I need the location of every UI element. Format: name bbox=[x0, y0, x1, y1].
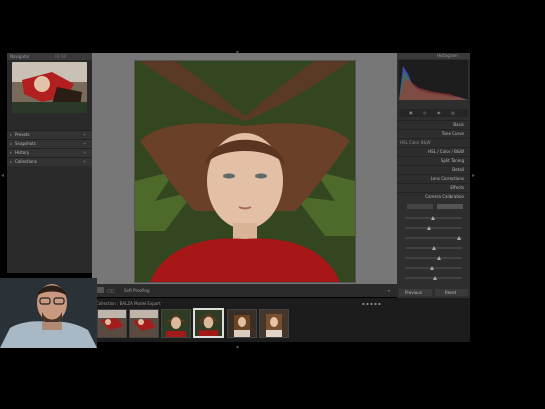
tool-strip: ▣ ◎ ◉ ▤ bbox=[399, 109, 468, 117]
panel-lens-corrections[interactable]: Lens Corrections bbox=[397, 174, 470, 183]
spot-removal-icon[interactable]: ◎ bbox=[423, 110, 427, 115]
panel-split-toning[interactable]: Split Toning bbox=[397, 156, 470, 165]
presets-label: Presets bbox=[15, 132, 30, 137]
loupe-view-icon[interactable] bbox=[96, 287, 104, 293]
split-toning-label: Split Toning bbox=[440, 158, 464, 163]
navigator-title: Navigator bbox=[10, 54, 30, 59]
histogram bbox=[399, 60, 468, 100]
hsl-tabs[interactable]: HSL Color B&W bbox=[400, 140, 431, 145]
panel-detail[interactable]: Detail bbox=[397, 165, 470, 174]
filmstrip-source[interactable]: Collection : BALZA Model Export bbox=[96, 301, 161, 306]
toolbar: ▢▢ Soft Proofing ▾ bbox=[92, 284, 397, 297]
collections-label: Collections bbox=[15, 159, 37, 164]
add-icon[interactable]: + bbox=[83, 132, 86, 137]
panel-effects[interactable]: Effects bbox=[397, 183, 470, 192]
filmstrip-thumb-selected[interactable] bbox=[193, 308, 224, 338]
add-icon[interactable]: + bbox=[83, 159, 86, 164]
bottom-panel-toggle-icon[interactable]: ▴ bbox=[236, 343, 239, 350]
filmstrip: Collection : BALZA Model Export ▪ ▪ ▪ ▪ … bbox=[92, 298, 470, 342]
camera-calibration-label: Camera Calibration bbox=[425, 194, 464, 199]
soft-proofing-label[interactable]: Soft Proofing bbox=[124, 288, 150, 293]
history-label: History bbox=[15, 150, 30, 155]
filmstrip-thumb[interactable] bbox=[129, 309, 159, 338]
chevron-right-icon: ▸ bbox=[10, 132, 13, 137]
filmstrip-thumb[interactable] bbox=[161, 309, 191, 338]
left-panel: Navigator Fit Fill ▸ Presets + ▸ Snapsho… bbox=[7, 53, 92, 273]
histogram-header[interactable]: Histogram bbox=[397, 53, 470, 59]
panel-camera-calibration[interactable]: Camera Calibration bbox=[397, 192, 470, 201]
left-panel-toggle-icon[interactable]: ◂ bbox=[1, 172, 4, 179]
panel-hsl-title[interactable]: HSL / Color / B&W bbox=[397, 147, 470, 156]
adjustment-sliders[interactable] bbox=[399, 202, 468, 286]
filmstrip-thumb[interactable] bbox=[259, 309, 289, 338]
presets-section[interactable]: ▸ Presets + bbox=[7, 130, 92, 139]
toolbar-menu-icon[interactable]: ▾ bbox=[388, 288, 390, 293]
right-panel: Histogram ▣ ◎ ◉ ▤ Basic Tone Curve HSL C… bbox=[397, 53, 470, 298]
chevron-right-icon: ▸ bbox=[10, 159, 13, 164]
main-photo[interactable] bbox=[134, 60, 356, 283]
add-icon[interactable]: + bbox=[83, 141, 86, 146]
effects-label: Effects bbox=[450, 185, 464, 190]
filmstrip-thumb[interactable] bbox=[97, 309, 127, 338]
history-section[interactable]: ▸ History × bbox=[7, 148, 92, 157]
webcam-overlay bbox=[0, 278, 97, 348]
collections-section[interactable]: ▸ Collections + bbox=[7, 157, 92, 166]
chevron-right-icon: ▸ bbox=[10, 150, 13, 155]
gradient-icon[interactable]: ▤ bbox=[451, 110, 455, 115]
histogram-title: Histogram bbox=[437, 53, 458, 58]
lens-corrections-label: Lens Corrections bbox=[430, 176, 464, 181]
detail-label: Detail bbox=[452, 167, 464, 172]
right-panel-toggle-icon[interactable]: ▸ bbox=[472, 172, 475, 179]
red-eye-icon[interactable]: ◉ bbox=[437, 110, 441, 115]
compare-view-icon[interactable]: ▢▢ bbox=[107, 288, 115, 293]
snapshots-label: Snapshots bbox=[15, 141, 36, 146]
chevron-right-icon: ▸ bbox=[10, 141, 13, 146]
basic-label: Basic bbox=[453, 122, 464, 127]
loupe-view bbox=[92, 53, 397, 284]
zoom-options[interactable]: Fit Fill bbox=[55, 54, 66, 59]
close-icon[interactable]: × bbox=[83, 150, 86, 155]
navigator-preview[interactable] bbox=[12, 62, 87, 113]
hsl-label: HSL / Color / B&W bbox=[428, 149, 464, 154]
reset-label: Reset bbox=[445, 290, 457, 295]
tone-curve-label: Tone Curve bbox=[441, 131, 464, 136]
navigator-header[interactable]: Navigator Fit Fill bbox=[7, 53, 92, 60]
filmstrip-thumb[interactable] bbox=[227, 309, 257, 338]
panel-basic[interactable]: Basic bbox=[397, 120, 470, 129]
reset-button[interactable]: Reset bbox=[435, 289, 468, 296]
filter-controls[interactable]: ▪ ▪ ▪ ▪ ▪ bbox=[362, 301, 381, 306]
previous-label: Previous bbox=[405, 290, 422, 295]
snapshots-section[interactable]: ▸ Snapshots + bbox=[7, 139, 92, 148]
crop-icon[interactable]: ▣ bbox=[409, 110, 413, 115]
panel-tone-curve[interactable]: Tone Curve bbox=[397, 129, 470, 138]
panel-hsl[interactable]: HSL Color B&W bbox=[397, 138, 470, 147]
previous-button[interactable]: Previous bbox=[399, 289, 432, 296]
